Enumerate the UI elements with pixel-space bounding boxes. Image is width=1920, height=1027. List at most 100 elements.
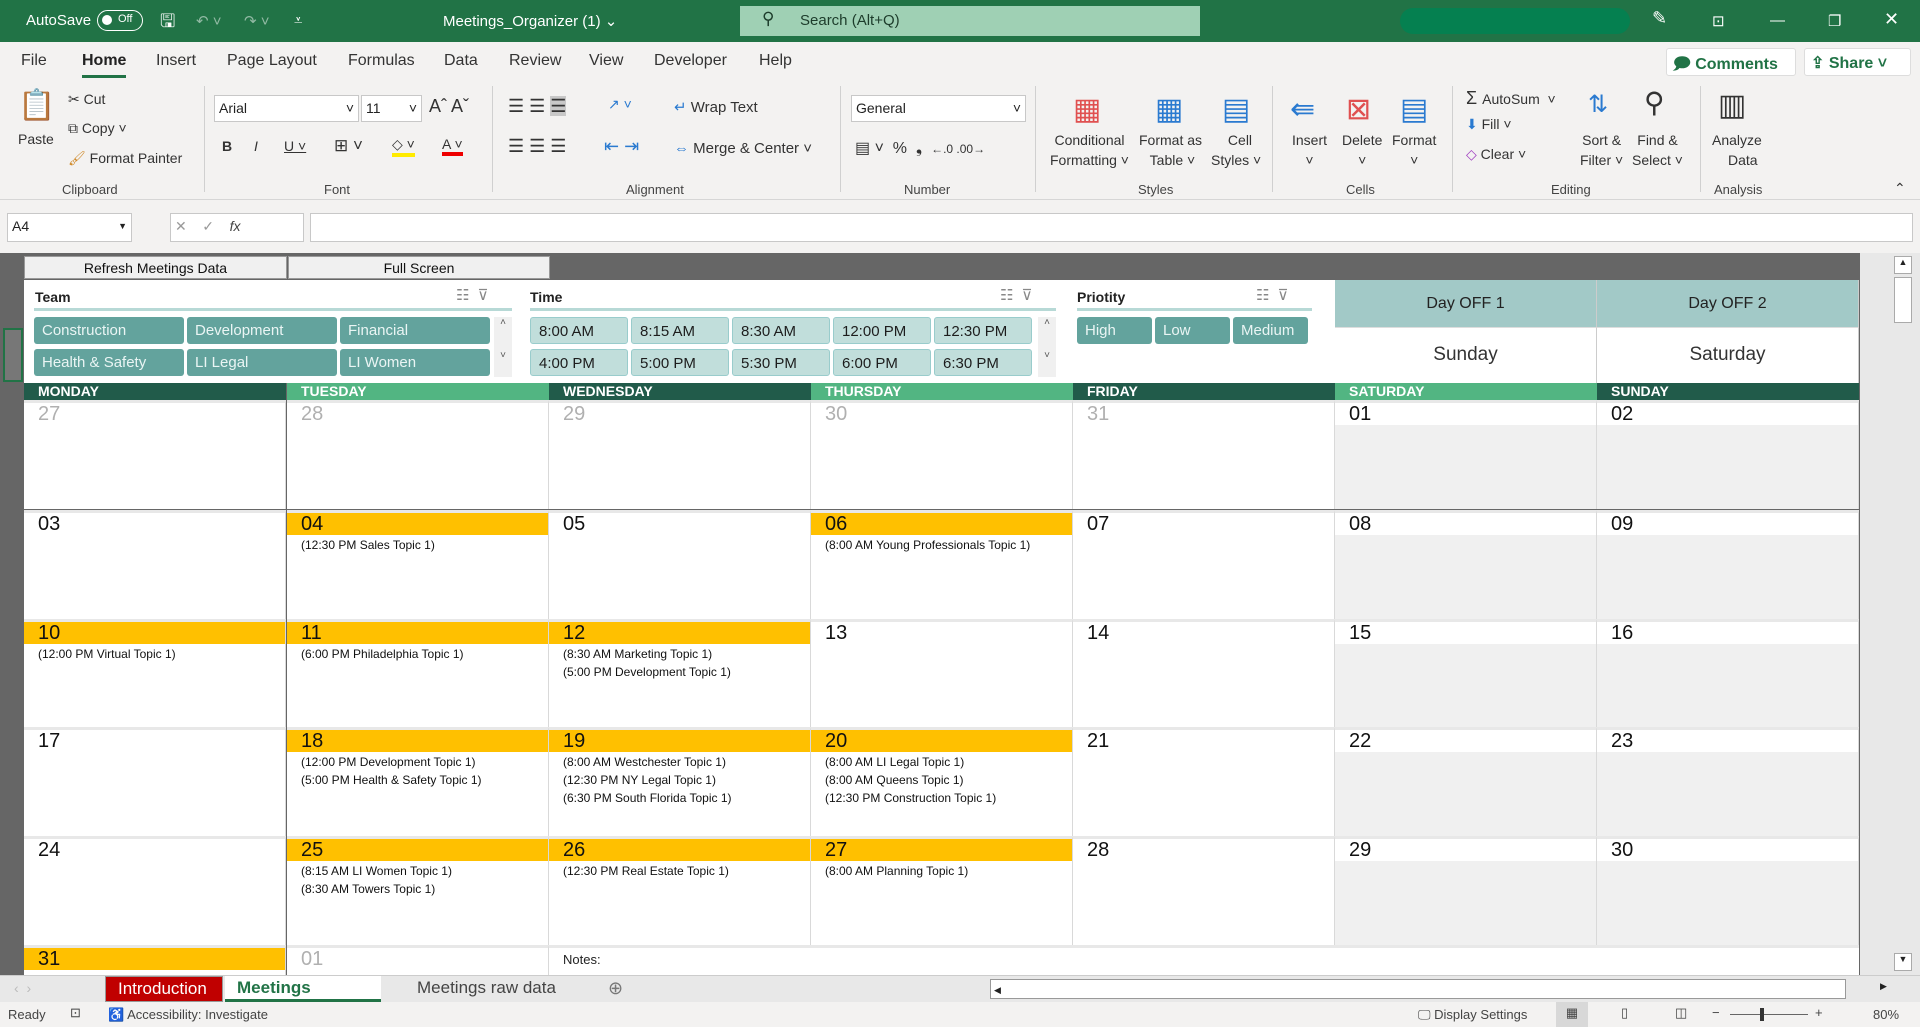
calendar-day-cell[interactable]: 25 (8:15 AM LI Women Topic 1) (8:30 AM Tow… — [287, 836, 549, 945]
clear-button[interactable]: ◇ Clear ˅ — [1466, 146, 1526, 163]
collapse-ribbon-icon[interactable]: ⌃ — [1894, 180, 1906, 197]
underline-icon[interactable]: U ˅ — [284, 138, 306, 154]
meeting-entry[interactable]: (12:30 PM Sales Topic 1) — [287, 535, 548, 553]
calendar-day-cell[interactable]: 16 — [1597, 619, 1859, 728]
vertical-scrollbar[interactable]: ▲ ▼ — [1860, 253, 1920, 975]
wrap-text-button[interactable]: ↵ Wrap Text — [674, 98, 758, 116]
share-button[interactable]: ⇪ Share ˅ — [1804, 48, 1911, 76]
horizontal-align-icons[interactable]: ☰ ☰ ☰ — [508, 136, 566, 157]
time-slicer-item[interactable]: 12:30 PM — [934, 317, 1032, 344]
sheet-tab-meetings-calendar[interactable]: Meetings Calendar — [225, 976, 381, 1017]
cut-button[interactable]: ✂ Cut — [68, 91, 105, 108]
priority-slicer-icons[interactable]: ☷⊽ — [1256, 286, 1296, 304]
normal-view-icon[interactable]: ▦ — [1556, 1002, 1588, 1027]
tab-insert[interactable]: Insert — [156, 52, 196, 70]
full-screen-button[interactable]: Full Screen — [288, 256, 550, 279]
scroll-right-arrow[interactable]: ▶ — [1880, 981, 1887, 992]
autosave-toggle[interactable]: Off — [97, 10, 143, 31]
meeting-entry[interactable]: (8:00 AM Westchester Topic 1) — [549, 752, 810, 770]
calendar-day-cell[interactable]: 11 (6:00 PM Philadelphia Topic 1) — [287, 619, 549, 728]
meeting-entry[interactable]: (12:00 PM Development Topic 1) — [287, 752, 548, 770]
zoom-slider[interactable] — [1730, 1008, 1808, 1021]
team-slicer-item[interactable]: Development — [187, 317, 337, 344]
calendar-day-cell[interactable]: 24 — [24, 836, 286, 945]
meeting-entry[interactable]: (8:00 AM Young Professionals Topic 1) — [811, 535, 1072, 553]
tab-page-layout[interactable]: Page Layout — [227, 52, 317, 70]
scroll-up-arrow[interactable]: ▲ — [1894, 256, 1912, 274]
font-size-select[interactable]: 11 ˅ — [361, 95, 422, 122]
fill-color-icon[interactable]: ◇ ˅ — [392, 136, 415, 157]
tab-developer[interactable]: Developer — [654, 52, 727, 70]
merge-center-button[interactable]: ⇔ Merge & Center ˅ — [674, 140, 812, 157]
calendar-day-cell[interactable]: 21 — [1073, 727, 1335, 836]
calendar-day-cell[interactable]: 23 — [1597, 727, 1859, 836]
calendar-day-cell[interactable]: 17 — [24, 727, 286, 836]
file-title[interactable]: Meetings_Organizer (1) ⌄ — [443, 12, 617, 30]
scroll-thumb[interactable] — [1894, 277, 1912, 323]
font-name-select[interactable]: Arial ˅ — [214, 95, 359, 122]
meeting-entry[interactable]: (12:30 PM NY Legal Topic 1) — [549, 770, 810, 788]
macro-record-icon[interactable]: ⊡ — [70, 1005, 81, 1021]
redo-icon[interactable]: ↷ ˅ — [244, 12, 270, 30]
meeting-entry[interactable]: (8:30 AM Towers Topic 1) — [287, 879, 548, 897]
calendar-day-cell[interactable]: 14 — [1073, 619, 1335, 728]
meeting-entry[interactable]: (8:00 AM Planning Topic 1) — [811, 861, 1072, 879]
team-slicer-item[interactable]: Low — [1155, 317, 1230, 344]
worksheet[interactable]: Refresh Meetings Data Full Screen Team ☷… — [0, 253, 1860, 975]
insert-function-icon[interactable]: fx — [230, 218, 241, 234]
copy-button[interactable]: ⧉ Copy ˅ — [68, 120, 127, 137]
scroll-down-arrow[interactable]: ▼ — [1894, 953, 1912, 971]
bold-icon[interactable]: B — [222, 138, 232, 154]
tab-data[interactable]: Data — [444, 52, 478, 70]
horizontal-scrollbar[interactable]: ◀ — [990, 979, 1846, 999]
paste-icon[interactable]: 📋 — [18, 88, 55, 123]
calendar-day-cell[interactable]: 20 (8:00 AM LI Legal Topic 1) (8:00 AM Que… — [811, 727, 1073, 836]
calendar-day-cell[interactable]: 27 (8:00 AM Planning Topic 1) — [811, 836, 1073, 945]
meeting-entry[interactable]: (12:30 PM Real Estate Topic 1) — [549, 861, 810, 879]
time-slicer-item[interactable]: 6:30 PM — [934, 349, 1032, 376]
search-box[interactable]: ⚲ Search (Alt+Q) — [740, 6, 1200, 36]
add-sheet-icon[interactable]: ⊕ — [608, 978, 623, 999]
team-slicer-item[interactable]: Construction — [34, 317, 184, 344]
analyze-data-button[interactable]: Analyze Data — [1712, 130, 1762, 170]
tab-review[interactable]: Review — [509, 52, 561, 70]
accessibility-status[interactable]: ♿ Accessibility: Investigate — [108, 1007, 268, 1023]
font-color-icon[interactable]: A ˅ — [442, 136, 463, 156]
undo-icon[interactable]: ↶ ˅ — [196, 12, 222, 30]
team-slicer-item[interactable]: Medium — [1233, 317, 1308, 344]
find-select-button[interactable]: Find & Select ˅ — [1632, 130, 1683, 170]
team-slicer-item[interactable]: LI Legal — [187, 349, 337, 376]
time-slicer-item[interactable]: 8:30 AM — [732, 317, 830, 344]
orientation-icon[interactable]: ↗ ˅ — [608, 96, 632, 113]
calendar-day-cell[interactable]: 19 (8:00 AM Westchester Topic 1) (12:30 PM… — [549, 727, 811, 836]
italic-icon[interactable]: I — [254, 138, 258, 154]
meeting-entry[interactable]: (8:00 AM LI Legal Topic 1) — [811, 752, 1072, 770]
tab-help[interactable]: Help — [759, 52, 792, 70]
meeting-entry[interactable]: (12:30 PM Construction Topic 1) — [811, 788, 1072, 806]
tab-file[interactable]: File — [21, 52, 47, 70]
page-break-view-icon[interactable]: ◫ — [1675, 1005, 1687, 1021]
selected-cell-a4[interactable] — [3, 328, 23, 382]
calendar-day-cell[interactable]: 31 — [1073, 400, 1335, 509]
calendar-day-cell[interactable]: 22 — [1335, 727, 1597, 836]
pen-icon[interactable]: ✎ — [1652, 8, 1667, 29]
display-settings[interactable]: 🖵 Display Settings — [1418, 1007, 1527, 1023]
minimize-icon[interactable]: — — [1770, 12, 1785, 29]
meeting-entry[interactable]: (5:00 PM Health & Safety Topic 1) — [287, 770, 548, 788]
team-slicer-item[interactable]: LI Women — [340, 349, 490, 376]
meeting-entry[interactable]: (12:00 PM Virtual Topic 1) — [24, 644, 285, 662]
sheet-tab-introduction[interactable]: Introduction — [105, 976, 223, 1002]
calendar-day-cell[interactable]: 15 — [1335, 619, 1597, 728]
indent-icons[interactable]: ⇤ ⇥ — [604, 136, 639, 157]
calendar-day-cell[interactable]: 08 — [1335, 510, 1597, 619]
meeting-entry[interactable]: (5:00 PM Development Topic 1) — [549, 662, 810, 680]
conditional-formatting-button[interactable]: Conditional Formatting ˅ — [1050, 130, 1129, 170]
calendar-day-cell[interactable]: 28 — [1073, 836, 1335, 945]
comments-button[interactable]: 🗩 Comments — [1666, 48, 1796, 76]
time-slicer-item[interactable]: 8:15 AM — [631, 317, 729, 344]
calendar-day-cell[interactable]: 12 (8:30 AM Marketing Topic 1) (5:00 PM De… — [549, 619, 811, 728]
calendar-day-cell[interactable]: 06 (8:00 AM Young Professionals Topic 1) — [811, 510, 1073, 619]
calendar-day-cell[interactable]: 05 — [549, 510, 811, 619]
calendar-day-cell[interactable]: 10 (12:00 PM Virtual Topic 1) — [24, 619, 286, 728]
customize-qat-icon[interactable]: ⩡ — [294, 12, 302, 29]
